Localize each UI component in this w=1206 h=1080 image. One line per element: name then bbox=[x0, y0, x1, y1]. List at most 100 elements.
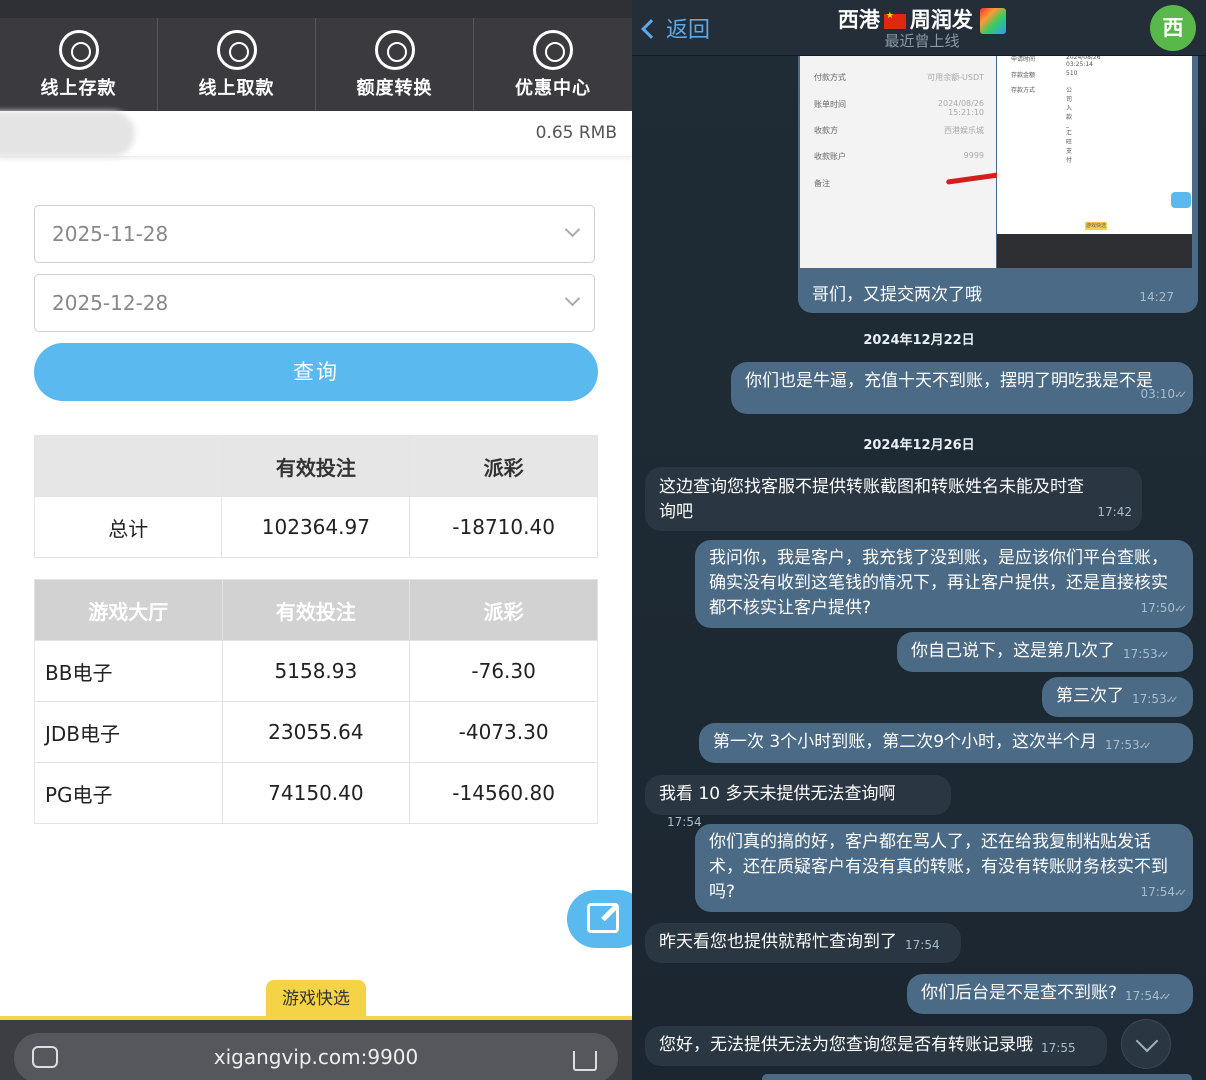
message-text: 第一次 3个小时到账，第二次9个小时，这次半个月 bbox=[713, 732, 1098, 752]
shot-row: 收款方 西港娱乐城 bbox=[814, 126, 984, 135]
game-quick-select-tab[interactable]: 游戏快选 bbox=[266, 980, 366, 1018]
message-time: 17:50 bbox=[1140, 596, 1183, 622]
blurred-username bbox=[0, 111, 135, 157]
start-date-value: 2025-11-28 bbox=[52, 222, 169, 246]
nav-promo-center[interactable]: 优惠中心 bbox=[474, 18, 632, 111]
message-time: 17:54 bbox=[1125, 984, 1168, 1010]
date-separator: 2024年12月26日 bbox=[863, 438, 975, 453]
message-incoming[interactable]: 您好，无法提供无法为您查询您是否有转账记录哦 17:55 bbox=[645, 1026, 1107, 1066]
hall-header-name: 游戏大厅 bbox=[34, 579, 223, 641]
status-strip bbox=[0, 0, 632, 18]
withdraw-icon bbox=[216, 30, 257, 70]
nav-online-deposit[interactable]: 线上存款 bbox=[0, 18, 158, 111]
shot-row: 存款方式 公司入款_汇旺支付 bbox=[1011, 87, 1073, 164]
avatar[interactable]: 西 bbox=[1150, 5, 1196, 51]
message-time: 14:27 bbox=[1139, 290, 1174, 304]
image-caption: 哥们，又提交两次了哦 bbox=[812, 285, 982, 305]
nav-label: 线上取款 bbox=[198, 78, 275, 99]
query-button[interactable]: 查询 bbox=[34, 343, 598, 401]
edit-icon bbox=[587, 903, 619, 933]
message-text: 您好，无法提供无法为您查询您是否有转账记录哦 bbox=[659, 1035, 1033, 1055]
hall-name: PG电子 bbox=[34, 762, 223, 824]
chevron-down-icon bbox=[564, 290, 581, 307]
shot-row: 存款金额 510 bbox=[1011, 70, 1078, 79]
china-flag-icon bbox=[883, 11, 906, 29]
message-incoming[interactable]: 这边查询您找客服不提供转账截图和转账姓名未能及时查询吧 17:42 bbox=[645, 467, 1142, 531]
message-time: 17:55 bbox=[1041, 1041, 1076, 1055]
nav-credit-transfer[interactable]: 额度转换 bbox=[316, 18, 474, 111]
message-outgoing[interactable]: 你们真的搞的好，客户都在骂人了，还在给我复制粘贴发话术，还在质疑客户有没有真的转… bbox=[695, 824, 1193, 912]
message-incoming[interactable]: 我看 10 多天未提供无法查询啊17:54 bbox=[645, 775, 951, 829]
message-time: 17:53 bbox=[1105, 733, 1148, 759]
total-label: 总计 bbox=[33, 496, 223, 558]
url-text[interactable]: xigangvip.com:9900 bbox=[0, 1045, 632, 1069]
table-row: JDB电子 23055.64 -4073.30 bbox=[34, 701, 598, 763]
message-time: 17:53 bbox=[1123, 642, 1166, 668]
start-date-select[interactable]: 2025-11-28 bbox=[34, 205, 595, 263]
message-time: 17:54 bbox=[905, 938, 940, 952]
share-icon[interactable] bbox=[573, 1051, 597, 1071]
title-part1: 西港 bbox=[837, 8, 880, 32]
title-part2: 周润发 bbox=[909, 8, 973, 32]
screenshot-left: 付款方式 可用余额-USDT 账单时间 2024/08/26 15:21:10 收款… bbox=[800, 56, 1001, 268]
game-hall-table: 游戏大厅 有效投注 派彩 BB电子 5158.93 -76.30 JDB电子 2… bbox=[34, 579, 598, 824]
chat-header: 返回 西港 周润发 最近曾上线 西 bbox=[632, 0, 1206, 56]
message-outgoing[interactable]: 第一次 3个小时到账，第二次9个小时，这次半个月 17:53 bbox=[699, 723, 1193, 763]
chevron-down-icon bbox=[564, 221, 581, 238]
summary-header-bet: 有效投注 bbox=[221, 435, 411, 497]
shot-row: 付款方式 可用余额-USDT bbox=[814, 73, 984, 82]
nav-label: 额度转换 bbox=[356, 78, 433, 99]
message-outgoing[interactable]: 你自己说下，这是第几次了 17:53 bbox=[897, 632, 1193, 672]
image-message[interactable]: 付款方式 可用余额-USDT 账单时间 2024/08/26 15:21:10 收款… bbox=[798, 56, 1198, 313]
date-separator: 2024年12月22日 bbox=[863, 333, 975, 348]
nav-label: 线上存款 bbox=[40, 78, 117, 99]
hall-payout: -76.30 bbox=[409, 640, 598, 702]
edit-fab-button[interactable] bbox=[567, 890, 632, 948]
table-row: PG电子 74150.40 -14560.80 bbox=[34, 762, 598, 824]
back-button[interactable]: 返回 bbox=[641, 12, 711, 44]
message-time: 03:10 bbox=[1140, 382, 1183, 408]
message-time: 17:53 bbox=[1132, 687, 1175, 713]
message-text: 你们真的搞的好，客户都在骂人了，还在给我复制粘贴发话术，还在质疑客户有没有真的转… bbox=[709, 832, 1168, 902]
summary-table: 有效投注 派彩 总计 102364.97 -18710.40 bbox=[33, 435, 598, 558]
message-outgoing[interactable]: 你们后台是不是查不到账? 17:54 bbox=[907, 974, 1193, 1014]
hall-bet: 74150.40 bbox=[221, 762, 411, 824]
total-payout: -18710.40 bbox=[409, 496, 598, 558]
scroll-down-button[interactable] bbox=[1121, 1019, 1171, 1069]
message-text: 我看 10 多天未提供无法查询啊 bbox=[659, 784, 896, 804]
message-text: 你们也是牛逼，充值十天不到账，摆明了明吃我是不是 bbox=[745, 371, 1153, 391]
top-nav-bar: 线上存款 线上取款 额度转换 优惠中心 bbox=[0, 0, 632, 111]
message-text: 我问你，我是客户，我充钱了没到账，是应该你们平台查账，确实没有收到这笔钱的情况下… bbox=[709, 548, 1168, 618]
promo-icon bbox=[533, 30, 573, 70]
betting-records-page: 线上存款 线上取款 额度转换 优惠中心 0.65 RMB 2025-11-28 … bbox=[0, 0, 632, 1080]
hall-payout: -14560.80 bbox=[409, 762, 598, 824]
back-label: 返回 bbox=[666, 18, 711, 43]
table-row: BB电子 5158.93 -76.30 bbox=[34, 640, 598, 702]
message-outgoing[interactable]: 你们也是牛逼，充值十天不到账，摆明了明吃我是不是 03:10 bbox=[731, 362, 1193, 414]
message-time: 17:54 bbox=[1140, 880, 1183, 906]
screenshot-right: 申请时间 2024/08/26 03:25:14 存款金额 510 存款方式 公司入款… bbox=[997, 56, 1192, 234]
last-seen-status: 最近曾上线 bbox=[884, 32, 960, 50]
mini-edit-icon bbox=[1171, 192, 1191, 208]
hall-bet: 5158.93 bbox=[221, 640, 411, 702]
transfer-icon bbox=[374, 30, 415, 70]
mini-game-quick-tag: 游戏快选 bbox=[1085, 222, 1107, 230]
next-message-sliver bbox=[762, 1074, 1192, 1080]
hall-bet: 23055.64 bbox=[221, 701, 411, 763]
balance-amount: 0.65 RMB bbox=[535, 123, 617, 143]
hall-header-bet: 有效投注 bbox=[221, 579, 411, 641]
end-date-value: 2025-12-28 bbox=[52, 291, 169, 315]
nav-online-withdraw[interactable]: 线上取款 bbox=[158, 18, 316, 111]
message-text: 第三次了 bbox=[1056, 686, 1124, 706]
shot-row: 备注 bbox=[814, 179, 830, 188]
end-date-select[interactable]: 2025-12-28 bbox=[34, 274, 595, 332]
redaction-mark bbox=[945, 172, 1001, 185]
screenshot-browser-bar bbox=[997, 234, 1192, 268]
message-outgoing[interactable]: 第三次了 17:53 bbox=[1042, 677, 1193, 717]
nav-label: 优惠中心 bbox=[515, 78, 591, 99]
message-text: 你们后台是不是查不到账? bbox=[921, 983, 1118, 1003]
shot-row: 申请时间 2024/08/26 03:25:14 bbox=[1011, 56, 1101, 68]
message-incoming[interactable]: 昨天看您也提供就帮忙查询到了 17:54 bbox=[645, 923, 961, 963]
message-outgoing[interactable]: 我问你，我是客户，我充钱了没到账，是应该你们平台查账，确实没有收到这笔钱的情况下… bbox=[695, 540, 1193, 628]
summary-header-payout: 派彩 bbox=[409, 435, 598, 497]
